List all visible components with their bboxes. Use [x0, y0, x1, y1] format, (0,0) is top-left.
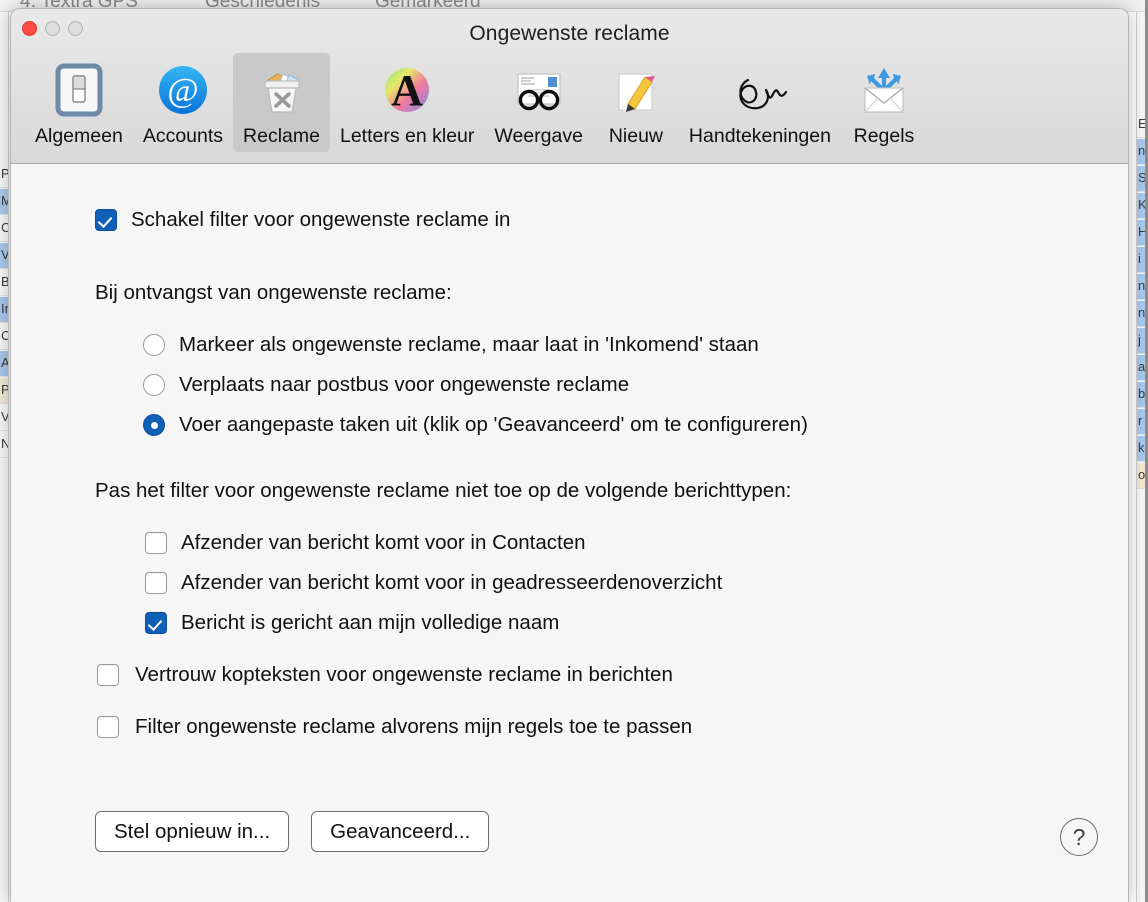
toolbar-label-nieuw: Nieuw	[608, 125, 664, 147]
background-list-item: i	[1138, 251, 1141, 266]
checkbox-label-filter-before-rules: Filter ongewenste reclame alvorens mijn …	[135, 714, 693, 738]
background-list-item: r	[1138, 413, 1143, 428]
checkbox-sender-in-contacts[interactable]	[145, 532, 167, 554]
letter-glasses-icon	[506, 58, 572, 124]
preferences-toolbar: Algemeen @ Accounts Reclame A Letters en…	[11, 53, 1128, 161]
toolbar-item-weergave[interactable]: Weergave	[484, 53, 593, 152]
toolbar-item-handtekeningen[interactable]: Handtekeningen	[679, 53, 841, 152]
background-sidebar-item: In	[1, 301, 8, 316]
toolbar-label-algemeen: Algemeen	[35, 125, 123, 147]
light-switch-icon	[46, 58, 112, 124]
junk-mail-settings-pane: Schakel filter voor ongewenste reclame i…	[11, 165, 1128, 902]
radio-row-move-to-junk-mailbox[interactable]: Verplaats naar postbus voor ongewenste r…	[143, 365, 808, 405]
reset-button[interactable]: Stel opnieuw in...	[95, 811, 290, 852]
radio-label-move-to-junk-mailbox: Verplaats naar postbus voor ongewenste r…	[179, 372, 630, 396]
radio-perform-custom-actions[interactable]	[143, 414, 165, 436]
checkbox-trust-junk-headers[interactable]	[97, 664, 119, 686]
checkbox-sender-in-previous-recipients[interactable]	[145, 572, 167, 594]
font-color-a-icon: A	[374, 58, 440, 124]
checkbox-addressed-to-full-name[interactable]	[145, 612, 167, 634]
radio-label-perform-custom-actions: Voer aangepaste taken uit (klik op 'Geav…	[179, 412, 808, 436]
checkbox-row-addressed-to-full-name[interactable]: Bericht is gericht aan mijn volledige na…	[145, 603, 722, 643]
toolbar-item-letters-en-kleur[interactable]: A Letters en kleur	[330, 53, 484, 152]
checkbox-row-sender-in-contacts[interactable]: Afzender van bericht komt voor in Contac…	[145, 523, 722, 563]
checkbox-label-trust-junk-headers: Vertrouw kopteksten voor ongewenste recl…	[135, 662, 673, 686]
pencil-paper-icon	[603, 58, 669, 124]
toolbar-item-algemeen[interactable]: Algemeen	[25, 53, 133, 152]
toolbar-item-accounts[interactable]: @ Accounts	[133, 53, 233, 152]
toolbar-item-reclame[interactable]: Reclame	[233, 53, 330, 152]
background-sidebar-item: Ve	[1, 409, 9, 424]
checkbox-label-addressed-to-full-name: Bericht is gericht aan mijn volledige na…	[181, 610, 560, 634]
enable-junk-filter-checkbox-row[interactable]: Schakel filter voor ongewenste reclame i…	[95, 208, 511, 232]
background-list-item: j	[1138, 332, 1141, 347]
signature-icon	[727, 58, 793, 124]
checkbox-row-filter-before-rules[interactable]: Filter ongewenste reclame alvorens mijn …	[97, 701, 692, 753]
background-sidebar-item: Ve	[1, 247, 9, 262]
background-sidebar-item: Po	[1, 166, 9, 181]
checkbox-filter-before-rules[interactable]	[97, 716, 119, 738]
background-sidebar-item: Be	[1, 274, 9, 289]
toolbar-item-nieuw[interactable]: Nieuw	[593, 53, 679, 152]
toolbar-label-handtekeningen: Handtekeningen	[688, 125, 831, 147]
radio-label-mark-as-junk: Markeer als ongewenste reclame, maar laa…	[179, 332, 759, 356]
checkbox-label-sender-in-previous-recipients: Afzender van bericht komt voor in geadre…	[181, 570, 723, 594]
toolbar-item-regels[interactable]: Regels	[841, 53, 927, 152]
exemptions-heading: Pas het filter voor ongewenste reclame n…	[95, 479, 792, 502]
background-sidebar-item: Co	[1, 220, 8, 235]
background-sidebar-item: Ar	[1, 355, 9, 370]
window-titlebar[interactable]: Ongewenste reclame Algemeen @ Accounts R…	[11, 9, 1128, 164]
background-sidebar-item: Pr	[1, 382, 9, 397]
toolbar-label-accounts: Accounts	[142, 125, 224, 147]
background-sidebar-item: Na	[1, 436, 8, 451]
on-receipt-radio-group: Markeer als ongewenste reclame, maar laa…	[143, 325, 808, 445]
radio-move-to-junk-mailbox[interactable]	[143, 374, 165, 396]
window-title: Ongewenste reclame	[469, 22, 670, 45]
extra-options-group: Vertrouw kopteksten voor ongewenste recl…	[97, 649, 692, 753]
exemptions-checkbox-group: Afzender van bericht komt voor in Contac…	[145, 523, 722, 643]
radio-row-perform-custom-actions[interactable]: Voer aangepaste taken uit (klik op 'Geav…	[143, 405, 808, 445]
svg-text:@: @	[167, 72, 198, 109]
toolbar-label-weergave: Weergave	[494, 125, 583, 147]
advanced-button[interactable]: Geavanceerd...	[311, 811, 490, 852]
toolbar-label-regels: Regels	[853, 125, 915, 147]
radio-mark-as-junk[interactable]	[143, 334, 165, 356]
action-button-bar: Stel opnieuw in... Geavanceerd...	[95, 811, 490, 852]
enable-junk-filter-checkbox[interactable]	[95, 209, 117, 231]
toolbar-label-letters-en-kleur: Letters en kleur	[339, 125, 475, 147]
toolbar-label-reclame: Reclame	[243, 125, 320, 147]
on-receipt-heading: Bij ontvangst van ongewenste reclame:	[95, 281, 452, 304]
svg-text:A: A	[391, 66, 423, 115]
help-button[interactable]: ?	[1060, 818, 1098, 856]
junk-trash-icon	[249, 58, 315, 124]
background-window-sidebar: Po Ma Co Ve Be In Co Ar Pr Ve Na	[0, 12, 9, 902]
checkbox-label-sender-in-contacts: Afzender van bericht komt voor in Contac…	[181, 530, 586, 554]
checkbox-row-trust-junk-headers[interactable]: Vertrouw kopteksten voor ongewenste recl…	[97, 649, 692, 701]
at-sign-icon: @	[150, 58, 216, 124]
background-list-item: k	[1138, 440, 1145, 455]
background-sidebar-item: Co	[1, 328, 8, 343]
background-sidebar-item: Ma	[1, 193, 8, 208]
junk-mail-preferences-window: Ongewenste reclame Algemeen @ Accounts R…	[10, 8, 1129, 902]
radio-row-mark-as-junk[interactable]: Markeer als ongewenste reclame, maar laa…	[143, 325, 808, 365]
envelope-arrows-icon	[851, 58, 917, 124]
checkbox-row-sender-in-previous-recipients[interactable]: Afzender van bericht komt voor in geadre…	[145, 563, 722, 603]
enable-junk-filter-label: Schakel filter voor ongewenste reclame i…	[131, 208, 511, 231]
